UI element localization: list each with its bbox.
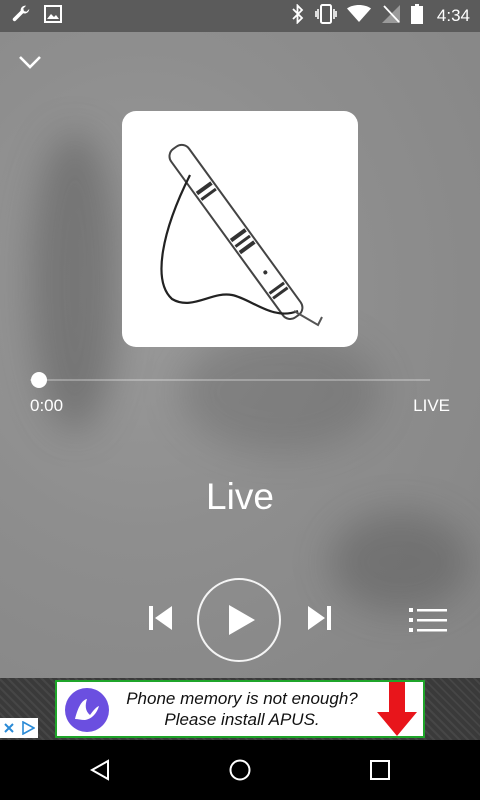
background-blur [180,332,380,452]
ad-line-2: Please install APUS. [164,710,320,729]
adchoices-button[interactable] [0,718,38,738]
adchoices-icon [22,721,35,735]
wrench-icon [10,3,32,30]
image-icon [44,4,62,28]
status-time: 4:34 [436,6,470,25]
recents-icon [370,760,390,780]
next-button[interactable] [300,598,340,638]
wifi-icon [346,4,371,28]
back-icon [89,759,109,781]
home-button[interactable] [220,754,260,786]
apus-logo-icon [65,688,109,732]
play-button[interactable] [197,578,281,662]
battery-icon [410,3,423,29]
ad-line-1: Phone memory is not enough? [126,689,358,708]
elapsed-time: 0:00 [30,396,64,415]
ad-content[interactable]: Phone memory is not enough? Please insta… [55,680,425,738]
red-down-arrow-icon [375,680,419,738]
bluetooth-icon [291,2,305,29]
total-time: LIVE [413,396,450,415]
no-signal-icon [381,4,401,29]
chevron-down-icon [19,56,41,69]
play-icon [229,605,255,635]
background-blur [330,512,470,612]
seek-bar[interactable] [30,372,430,388]
home-icon [229,759,251,781]
vibrate-icon [315,3,337,29]
album-artwork [122,111,358,347]
navigation-bar [0,740,480,800]
close-icon [4,723,14,733]
ad-text: Phone memory is not enough? Please insta… [117,688,367,730]
queue-button[interactable] [406,602,450,638]
player-screen: 0:00 LIVE Live [0,32,480,678]
recents-button[interactable] [360,754,400,786]
status-bar: 4:34 [0,0,480,32]
ad-banner[interactable]: Phone memory is not enough? Please insta… [0,678,480,740]
seek-track[interactable] [30,379,430,381]
previous-icon [149,606,172,630]
queue-icon [409,608,447,632]
previous-button[interactable] [140,598,180,638]
back-button[interactable] [80,754,120,786]
seek-thumb[interactable] [31,372,47,388]
flute-artwork [160,143,323,327]
next-icon [308,606,331,630]
track-title: Live [206,476,274,517]
collapse-button[interactable] [14,46,46,78]
